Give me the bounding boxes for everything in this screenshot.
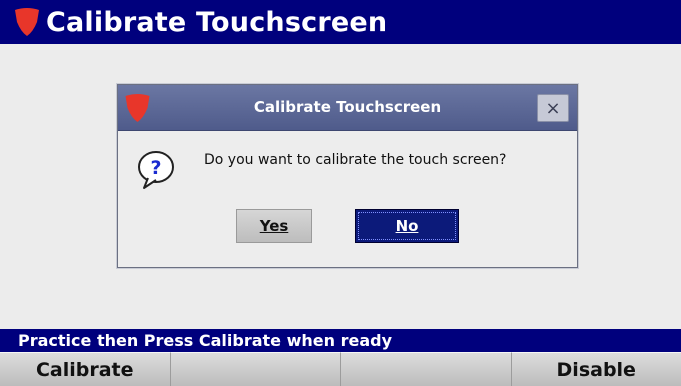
question-icon: ? [138, 151, 174, 189]
yes-label: Yes [259, 217, 289, 235]
title-bar: Calibrate Touchscreen [0, 0, 681, 44]
calibrate-dialog: Calibrate Touchscreen × ? Do you want to… [117, 84, 578, 268]
softkey-2[interactable] [170, 352, 341, 386]
softkey-bar: Calibrate Disable [0, 352, 681, 386]
calibrate-softkey[interactable]: Calibrate [0, 352, 171, 386]
dialog-message: Do you want to calibrate the touch scree… [204, 152, 507, 168]
close-icon: × [545, 97, 561, 119]
status-bar: Practice then Press Calibrate when ready [0, 329, 681, 352]
shield-logo-icon [15, 8, 39, 36]
yes-button[interactable]: Yes [236, 209, 312, 243]
no-label: No [395, 217, 419, 235]
disable-softkey[interactable]: Disable [511, 352, 681, 386]
no-button[interactable]: No [355, 209, 459, 243]
dialog-title: Calibrate Touchscreen [253, 98, 442, 116]
dialog-header: Calibrate Touchscreen × [118, 85, 577, 131]
close-button[interactable]: × [537, 94, 569, 122]
svg-text:?: ? [150, 157, 161, 179]
status-text: Practice then Press Calibrate when ready [18, 331, 392, 350]
page-title: Calibrate Touchscreen [46, 6, 388, 38]
softkey-3[interactable] [341, 352, 512, 386]
